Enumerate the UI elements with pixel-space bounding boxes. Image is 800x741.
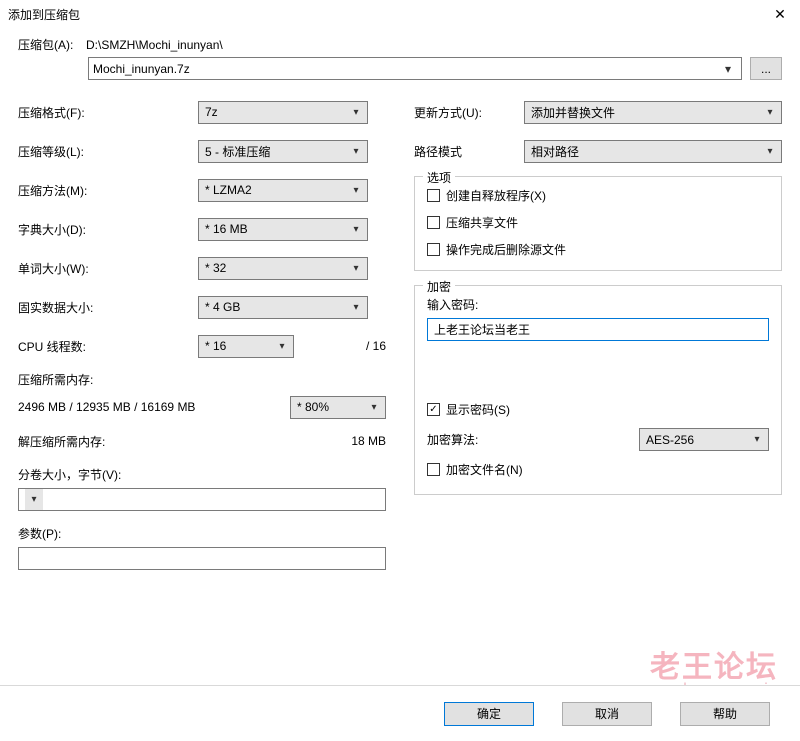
mem-compress-value: 2496 MB / 12935 MB / 16169 MB — [18, 400, 290, 414]
right-column: 更新方式(U): 添加并替换文件 ▾ 路径模式 相对路径 ▾ 选项 — [414, 98, 782, 570]
encrypt-names-label: 加密文件名(N) — [446, 461, 523, 478]
left-column: 压缩格式(F): 7z ▾ 压缩等级(L): 5 - 标准压缩 ▾ 压缩方法(M… — [18, 98, 386, 570]
share-label: 压缩共享文件 — [446, 214, 518, 231]
params-input[interactable] — [18, 547, 386, 570]
dict-label: 字典大小(D): — [18, 221, 198, 238]
split-label: 分卷大小，字节(V): — [18, 466, 386, 484]
method-label: 压缩方法(M): — [18, 182, 198, 199]
chevron-down-icon: ▾ — [366, 402, 382, 413]
dialog-footer: 确定 取消 帮助 — [0, 685, 800, 741]
mem-compress-label: 压缩所需内存: — [18, 371, 386, 389]
mem-decompress-label: 解压缩所需内存: — [18, 433, 351, 450]
threads-total: / 16 — [366, 339, 386, 353]
chevron-down-icon: ▾ — [719, 62, 737, 76]
titlebar: 添加到压缩包 ✕ — [0, 0, 800, 28]
chevron-down-icon: ▾ — [274, 341, 290, 352]
chevron-down-icon: ▾ — [25, 489, 43, 510]
sfx-label: 创建自释放程序(X) — [446, 187, 546, 204]
word-label: 单词大小(W): — [18, 260, 198, 277]
password-input[interactable]: 上老王论坛当老王 — [427, 318, 769, 341]
delete-after-label: 操作完成后删除源文件 — [446, 241, 566, 258]
archive-label: 压缩包(A): — [18, 36, 80, 53]
archive-directory: D:\SMZH\Mochi_inunyan\ — [86, 38, 782, 52]
level-label: 压缩等级(L): — [18, 143, 198, 160]
archive-name-value: Mochi_inunyan.7z — [93, 62, 719, 76]
threads-label: CPU 线程数: — [18, 338, 198, 355]
pathmode-label: 路径模式 — [414, 143, 524, 160]
word-combo[interactable]: * 32 ▾ — [198, 257, 368, 280]
archive-name-combo[interactable]: Mochi_inunyan.7z ▾ — [88, 57, 742, 80]
browse-button[interactable]: ... — [750, 57, 782, 80]
password-label: 输入密码: — [427, 296, 769, 314]
help-button[interactable]: 帮助 — [680, 702, 770, 726]
encryption-fieldset: 加密 输入密码: 上老王论坛当老王 ✓ 显示密码(S) 加密算法: AES-25… — [414, 285, 782, 495]
show-password-label: 显示密码(S) — [446, 401, 510, 418]
method-combo[interactable]: * LZMA2 ▾ — [198, 179, 368, 202]
chevron-down-icon: ▾ — [348, 146, 364, 157]
encrypt-names-checkbox[interactable] — [427, 463, 440, 476]
update-mode-combo[interactable]: 添加并替换文件 ▾ — [524, 101, 782, 124]
path-mode-combo[interactable]: 相对路径 ▾ — [524, 140, 782, 163]
threads-combo[interactable]: * 16 ▾ — [198, 335, 294, 358]
enc-method-combo[interactable]: AES-256 ▾ — [639, 428, 769, 451]
split-size-combo[interactable]: ▾ — [18, 488, 386, 511]
cancel-button[interactable]: 取消 — [562, 702, 652, 726]
dict-combo[interactable]: * 16 MB ▾ — [198, 218, 368, 241]
level-combo[interactable]: 5 - 标准压缩 ▾ — [198, 140, 368, 163]
enc-method-label: 加密算法: — [427, 431, 629, 448]
format-combo[interactable]: 7z ▾ — [198, 101, 368, 124]
format-label: 压缩格式(F): — [18, 104, 198, 121]
chevron-down-icon: ▾ — [749, 434, 765, 445]
mem-decompress-value: 18 MB — [351, 434, 386, 448]
update-label: 更新方式(U): — [414, 104, 524, 121]
chevron-down-icon: ▾ — [348, 185, 364, 196]
show-password-checkbox[interactable]: ✓ — [427, 403, 440, 416]
encryption-legend: 加密 — [423, 278, 455, 295]
solid-combo[interactable]: * 4 GB ▾ — [198, 296, 368, 319]
options-fieldset: 选项 创建自释放程序(X) 压缩共享文件 操作完成后删除源文件 — [414, 176, 782, 271]
solid-label: 固实数据大小: — [18, 299, 198, 316]
sfx-checkbox[interactable] — [427, 189, 440, 202]
chevron-down-icon: ▾ — [348, 224, 364, 235]
window-title: 添加到压缩包 — [8, 6, 768, 23]
chevron-down-icon: ▾ — [762, 107, 778, 118]
share-checkbox[interactable] — [427, 216, 440, 229]
close-icon[interactable]: ✕ — [768, 6, 792, 23]
ok-button[interactable]: 确定 — [444, 702, 534, 726]
mem-percent-combo[interactable]: * 80% ▾ — [290, 396, 386, 419]
params-label: 参数(P): — [18, 525, 386, 543]
chevron-down-icon: ▾ — [348, 107, 364, 118]
chevron-down-icon: ▾ — [348, 263, 364, 274]
delete-after-checkbox[interactable] — [427, 243, 440, 256]
options-legend: 选项 — [423, 169, 455, 186]
chevron-down-icon: ▾ — [762, 146, 778, 157]
chevron-down-icon: ▾ — [348, 302, 364, 313]
